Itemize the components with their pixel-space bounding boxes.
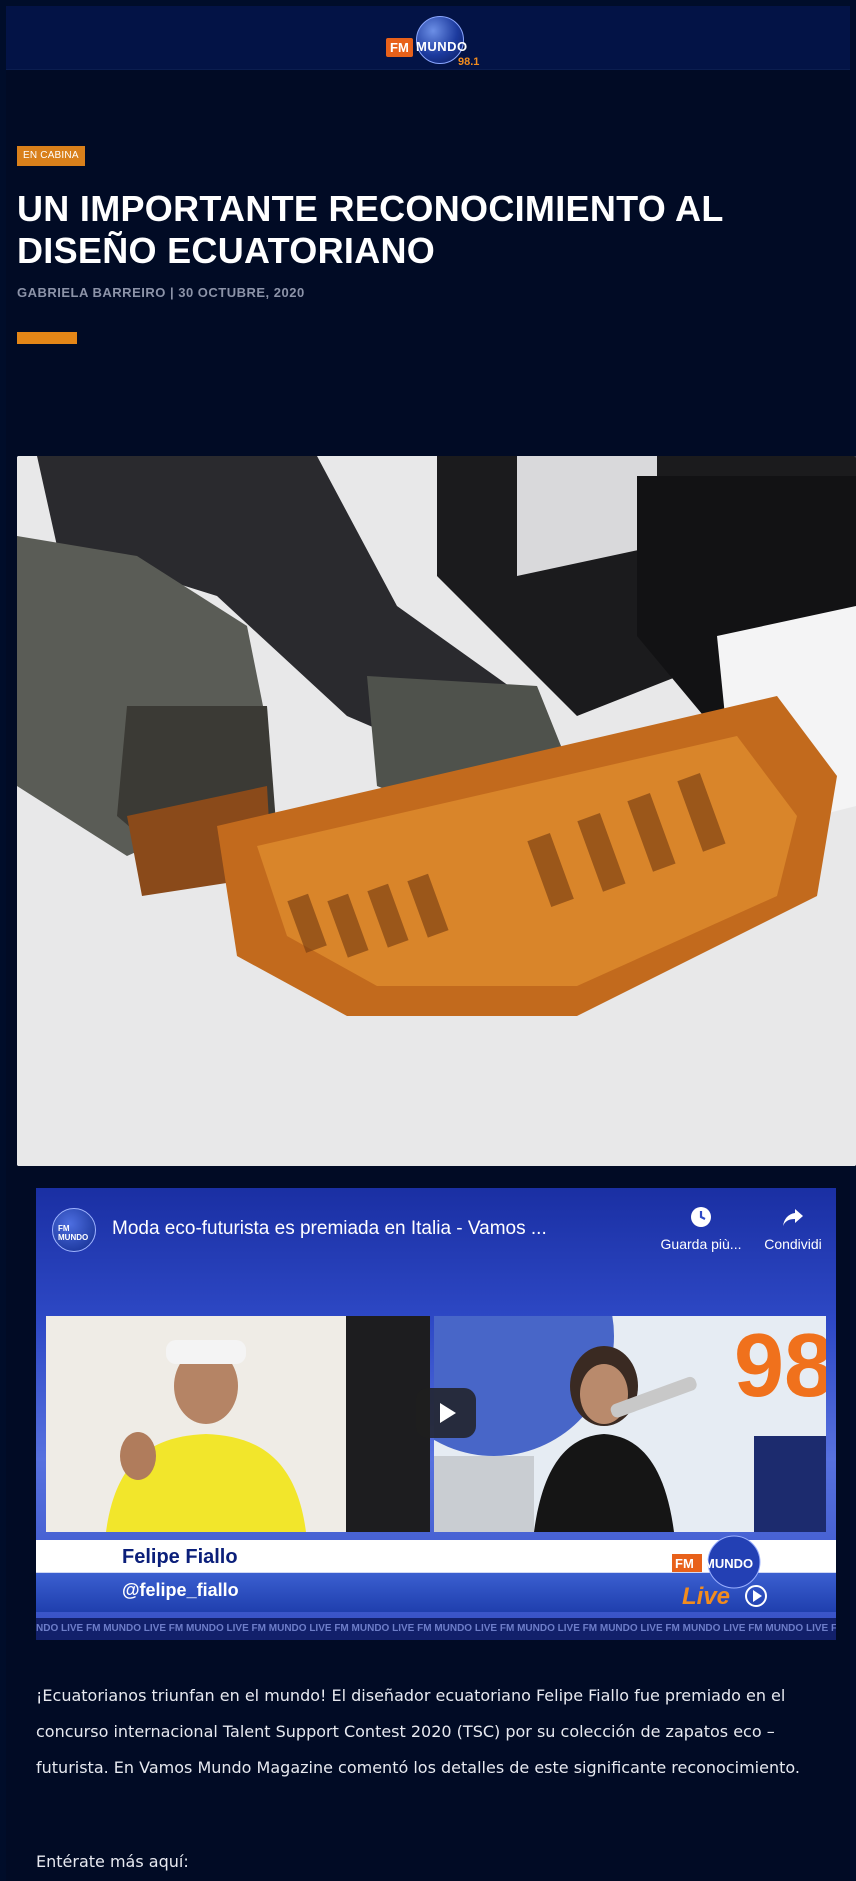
logo-mundo: MUNDO (416, 39, 468, 54)
article-byline: GABRIELA BARREIRO | 30 OCTUBRE, 2020 (17, 285, 305, 300)
overlay-logo-fm: FM (675, 1556, 694, 1571)
read-more-label: Entérate más aquí: (36, 1852, 189, 1871)
svg-text:98: 98 (734, 1316, 826, 1416)
channel-avatar[interactable]: FM MUNDO (52, 1208, 96, 1252)
boot-sole-photo (17, 456, 856, 1166)
guest-handle: @felipe_fiallo (122, 1580, 239, 1600)
video-title[interactable]: Moda eco-futurista es premiada en Italia… (112, 1218, 572, 1240)
guest-video-panel (46, 1316, 430, 1532)
guest-name: Felipe Fiallo (122, 1546, 238, 1568)
fm-mundo-live-logo: FM MUNDO Live (672, 1532, 792, 1612)
article-title: UN IMPORTANTE RECONOCIMIENTO AL DISEÑO E… (17, 188, 723, 271)
article-body: ¡Ecuatorianos triunfan en el mundo! El d… (36, 1686, 800, 1777)
share-button[interactable]: Condividi (748, 1206, 836, 1252)
site-logo[interactable]: FM MUNDO 98.1 (386, 16, 498, 70)
studio-photo: 98 (434, 1316, 826, 1532)
site-header: FM MUNDO 98.1 (6, 6, 850, 70)
embedded-video[interactable]: FM MUNDO Moda eco-futurista es premiada … (36, 1188, 836, 1640)
clock-icon (691, 1207, 711, 1227)
guest-photo (46, 1316, 430, 1532)
play-button[interactable] (416, 1388, 476, 1438)
news-ticker: NDO LIVE FM MUNDO LIVE FM MUNDO LIVE FM … (36, 1618, 836, 1640)
logo-fm: FM (386, 38, 413, 57)
category-badge[interactable]: EN CABINA (17, 146, 85, 166)
overlay-logo-live: Live (682, 1583, 730, 1610)
share-icon (783, 1209, 803, 1226)
title-divider (17, 332, 77, 344)
hero-image (17, 456, 856, 1166)
host-video-panel: 98 (434, 1316, 826, 1532)
logo-frequency: 98.1 (458, 56, 480, 68)
watch-later-button[interactable]: Guarda più... (656, 1206, 746, 1252)
overlay-logo-mundo: MUNDO (704, 1556, 753, 1571)
